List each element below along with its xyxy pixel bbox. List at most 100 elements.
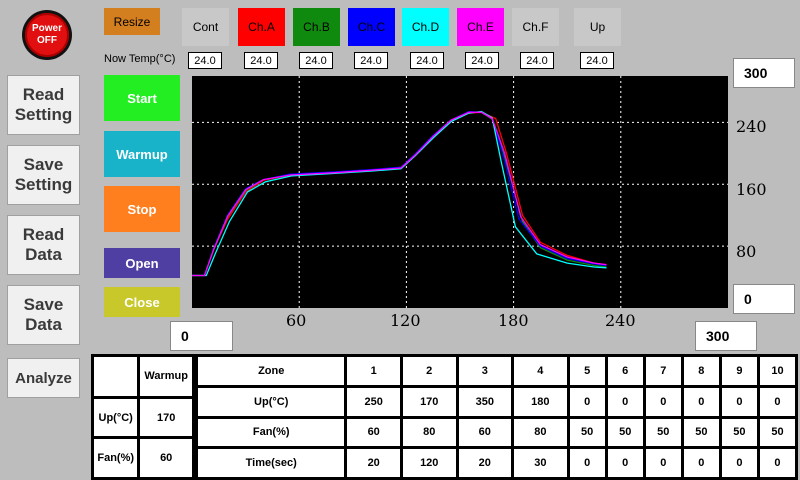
zone-cell[interactable]: 250	[347, 387, 400, 416]
table-header-cell: 7	[645, 357, 681, 385]
zone-cell[interactable]: 0	[607, 449, 643, 477]
table-row: Up(°C) 250 170 350 180 0 0 0 0 0 0	[198, 387, 795, 416]
series-line	[192, 111, 607, 277]
table-header-cell: 9	[721, 357, 757, 385]
table-row-label: Up(°C)	[94, 398, 138, 437]
x-tick-label: 120	[390, 311, 421, 330]
table-header-cell: 4	[514, 357, 567, 385]
save-data-button[interactable]: Save Data	[7, 285, 80, 345]
series-line	[192, 110, 607, 277]
zone-cell[interactable]: 0	[759, 449, 795, 477]
stop-button[interactable]: Stop	[104, 186, 180, 232]
channel-button-a[interactable]: Ch.A	[238, 8, 285, 46]
close-button[interactable]: Close	[104, 287, 180, 317]
zone-cell[interactable]: 50	[569, 418, 605, 447]
table-header-cell: 3	[458, 357, 512, 385]
table-header-cell: Warmup	[140, 357, 192, 396]
zone-cell[interactable]: 50	[645, 418, 681, 447]
table-header-cell: 1	[347, 357, 400, 385]
table-row-label: Time(sec)	[198, 449, 345, 477]
y-tick-label: 160	[736, 180, 767, 199]
temp-readout-cont: 24.0	[188, 52, 222, 69]
zone-cell[interactable]: 0	[721, 387, 757, 416]
zone-cell[interactable]: 170	[402, 387, 456, 416]
open-button[interactable]: Open	[104, 248, 180, 278]
zone-cell[interactable]: 30	[514, 449, 567, 477]
zone-cell[interactable]: 0	[721, 449, 757, 477]
table-header-cell: 2	[402, 357, 456, 385]
temp-readout-up: 24.0	[580, 52, 614, 69]
zone-cell[interactable]: 20	[347, 449, 400, 477]
zone-cell[interactable]: 80	[402, 418, 456, 447]
channel-button-b[interactable]: Ch.B	[293, 8, 340, 46]
table-header-cell: 5	[569, 357, 605, 385]
warmup-param-table: Warmup Up(°C) 170 Fan(%) 60	[91, 354, 195, 480]
zone-table: Zone 1 2 3 4 5 6 7 8 9 10 Up(°C) 250 170…	[195, 354, 798, 480]
temp-readout-e: 24.0	[465, 52, 499, 69]
series-line	[192, 110, 607, 277]
table-header-cell: 10	[759, 357, 795, 385]
zone-cell[interactable]: 0	[645, 449, 681, 477]
temperature-chart	[192, 76, 728, 308]
zone-cell[interactable]: 0	[569, 449, 605, 477]
warmup-fan-value[interactable]: 60	[140, 439, 192, 477]
y-tick-label: 80	[736, 242, 757, 261]
zone-cell[interactable]: 0	[683, 387, 719, 416]
y-min-input[interactable]: 0	[733, 284, 795, 314]
power-button[interactable]: Power OFF	[22, 10, 72, 60]
channel-button-c[interactable]: Ch.C	[348, 8, 395, 46]
start-button[interactable]: Start	[104, 75, 180, 121]
x-tick-label: 180	[498, 311, 529, 330]
power-state: OFF	[37, 35, 57, 46]
x-tick-label: 60	[286, 311, 307, 330]
table-corner-cell	[94, 357, 138, 396]
channel-button-f[interactable]: Ch.F	[512, 8, 559, 46]
zone-cell[interactable]: 50	[683, 418, 719, 447]
zone-cell[interactable]: 0	[569, 387, 605, 416]
zone-cell[interactable]: 0	[683, 449, 719, 477]
analyze-button[interactable]: Analyze	[7, 358, 80, 398]
zone-cell[interactable]: 0	[645, 387, 681, 416]
zone-cell[interactable]: 0	[607, 387, 643, 416]
table-header-cell: Zone	[198, 357, 345, 385]
channel-button-d[interactable]: Ch.D	[402, 8, 449, 46]
zone-cell[interactable]: 20	[458, 449, 512, 477]
zone-cell[interactable]: 80	[514, 418, 567, 447]
temp-readout-d: 24.0	[410, 52, 444, 69]
zone-cell[interactable]: 120	[402, 449, 456, 477]
warmup-up-value[interactable]: 170	[140, 398, 192, 437]
resize-button[interactable]: Resize	[104, 8, 160, 35]
table-header-cell: 6	[607, 357, 643, 385]
read-data-button[interactable]: Read Data	[7, 215, 80, 275]
channel-button-e[interactable]: Ch.E	[457, 8, 504, 46]
warmup-button[interactable]: Warmup	[104, 131, 180, 177]
table-row-label: Fan(%)	[198, 418, 345, 447]
table-header-cell: 8	[683, 357, 719, 385]
temp-readout-c: 24.0	[354, 52, 388, 69]
now-temp-label: Now Temp(°C)	[104, 53, 176, 65]
zone-cell[interactable]: 60	[458, 418, 512, 447]
temp-readout-b: 24.0	[299, 52, 333, 69]
x-min-input[interactable]: 0	[170, 321, 233, 351]
series-line	[192, 111, 607, 277]
zone-cell[interactable]: 50	[721, 418, 757, 447]
channel-button-cont[interactable]: Cont	[182, 8, 229, 46]
channel-button-up[interactable]: Up	[574, 8, 621, 46]
power-icon: Power OFF	[25, 13, 69, 57]
save-setting-button[interactable]: Save Setting	[7, 145, 80, 205]
zone-cell[interactable]: 350	[458, 387, 512, 416]
temperature-chart-svg	[192, 76, 728, 308]
x-tick-label: 240	[605, 311, 636, 330]
zone-cell[interactable]: 180	[514, 387, 567, 416]
zone-cell[interactable]: 50	[607, 418, 643, 447]
zone-cell[interactable]: 50	[759, 418, 795, 447]
temp-readout-a: 24.0	[244, 52, 278, 69]
series-line	[192, 111, 607, 277]
table-row: Time(sec) 20 120 20 30 0 0 0 0 0 0	[198, 449, 795, 477]
power-label: Power	[31, 23, 62, 34]
zone-cell[interactable]: 60	[347, 418, 400, 447]
zone-cell[interactable]: 0	[759, 387, 795, 416]
y-max-input[interactable]: 300	[733, 58, 795, 88]
x-max-input[interactable]: 300	[695, 321, 757, 351]
read-setting-button[interactable]: Read Setting	[7, 75, 80, 135]
